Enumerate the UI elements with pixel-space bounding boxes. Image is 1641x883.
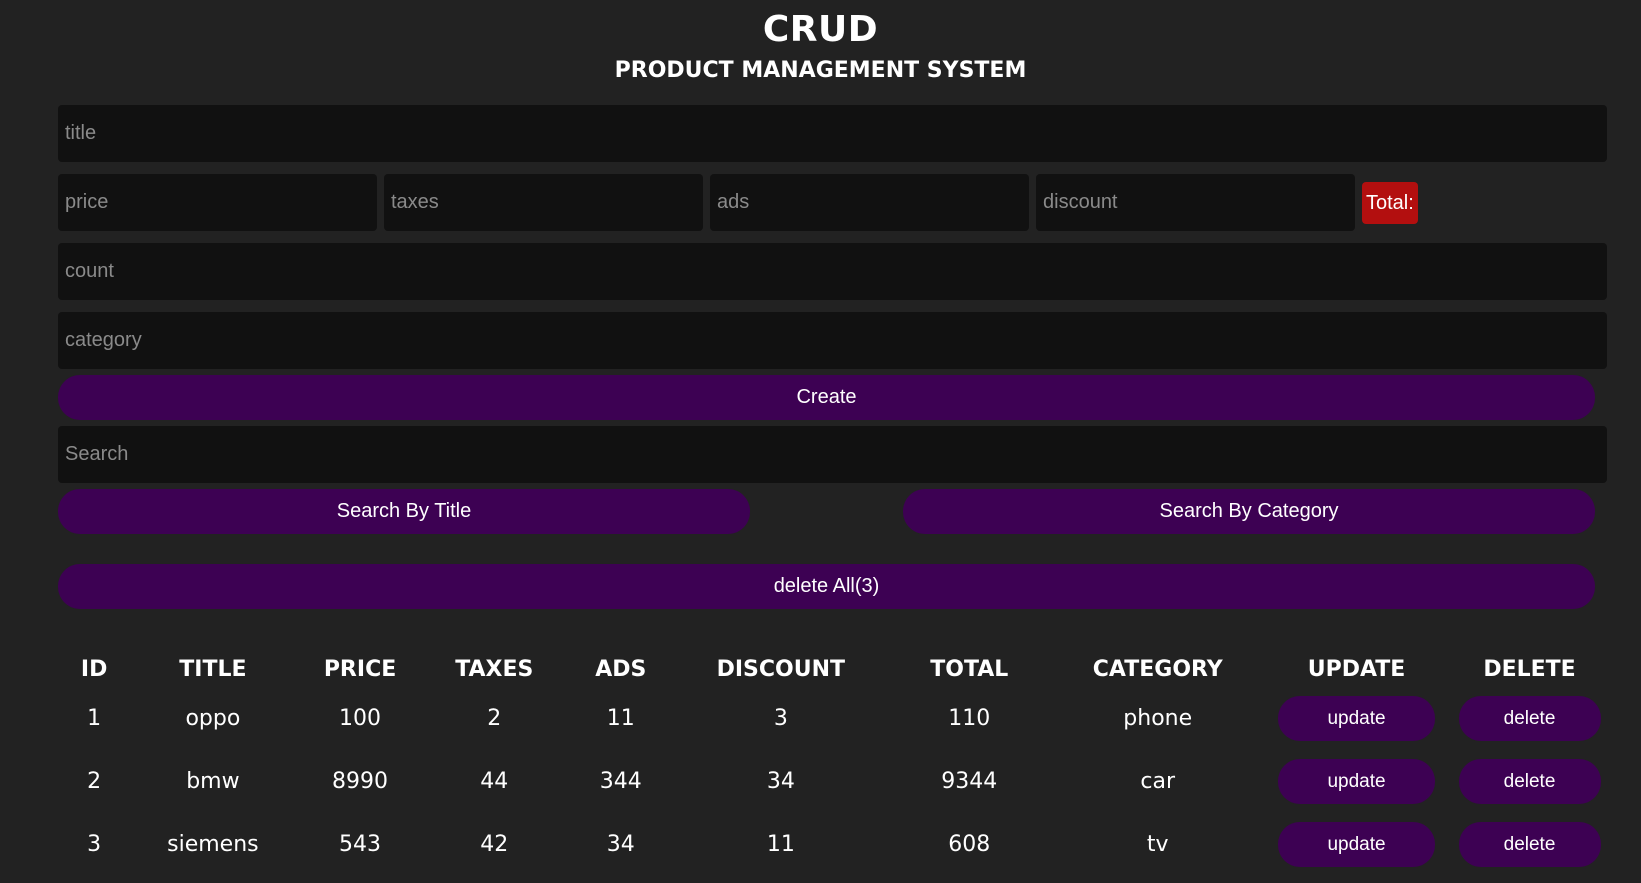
search-by-title-button[interactable]: Search By Title bbox=[58, 489, 750, 534]
count-input[interactable] bbox=[58, 243, 1607, 300]
price-input[interactable] bbox=[58, 174, 377, 231]
cell-update: update bbox=[1261, 813, 1452, 876]
cell-price: 8990 bbox=[332, 769, 389, 794]
cell-discount: 11 bbox=[766, 832, 795, 857]
cell-update: update bbox=[1261, 687, 1452, 750]
search-by-category-button[interactable]: Search By Category bbox=[903, 489, 1595, 534]
cell-id: 3 bbox=[87, 832, 102, 857]
table-row: 3 siemens 543 42 34 11 608 tv update del… bbox=[58, 813, 1607, 876]
cell-discount: 34 bbox=[766, 769, 795, 794]
cell-category: phone bbox=[1123, 706, 1193, 731]
update-button[interactable]: update bbox=[1278, 696, 1436, 741]
header-id: ID bbox=[80, 656, 108, 682]
cell-taxes: 44 bbox=[480, 769, 509, 794]
header-category: CATEGORY bbox=[1092, 656, 1223, 682]
delete-button[interactable]: delete bbox=[1458, 822, 1601, 867]
cell-ads: 11 bbox=[606, 706, 635, 731]
header-delete: DELETE bbox=[1483, 656, 1576, 682]
ads-input[interactable] bbox=[710, 174, 1029, 231]
price-row: Total: bbox=[58, 174, 1583, 231]
cell-delete: delete bbox=[1452, 813, 1607, 876]
cell-id: 1 bbox=[87, 706, 102, 731]
cell-category: tv bbox=[1146, 832, 1169, 857]
cell-discount: 3 bbox=[773, 706, 788, 731]
cell-ads: 344 bbox=[599, 769, 642, 794]
header-title: TITLE bbox=[179, 656, 247, 682]
header-taxes: TAXES bbox=[455, 656, 534, 682]
cell-delete: delete bbox=[1452, 687, 1607, 750]
table-header-row: ID TITLE PRICE TAXES ADS DISCOUNT TOTAL … bbox=[58, 651, 1607, 687]
cell-price: 543 bbox=[339, 832, 382, 857]
delete-button[interactable]: delete bbox=[1458, 759, 1601, 804]
discount-input[interactable] bbox=[1036, 174, 1355, 231]
cell-title: bmw bbox=[186, 769, 240, 794]
cell-taxes: 42 bbox=[480, 832, 509, 857]
cell-title: siemens bbox=[167, 832, 259, 857]
cell-total: 110 bbox=[948, 706, 991, 731]
cell-update: update bbox=[1261, 750, 1452, 813]
delete-button[interactable]: delete bbox=[1458, 696, 1601, 741]
total-badge: Total: bbox=[1362, 181, 1418, 224]
table-row: 2 bmw 8990 44 344 34 9344 car update del… bbox=[58, 750, 1607, 813]
delete-all-button[interactable]: delete All(3) bbox=[58, 564, 1595, 609]
header-price: PRICE bbox=[323, 656, 397, 682]
header-discount: DISCOUNT bbox=[716, 656, 846, 682]
cell-id: 2 bbox=[87, 769, 102, 794]
cell-delete: delete bbox=[1452, 750, 1607, 813]
cell-price: 100 bbox=[339, 706, 382, 731]
header-update: UPDATE bbox=[1307, 656, 1406, 682]
cell-total: 9344 bbox=[941, 769, 998, 794]
table-row: 1 oppo 100 2 11 3 110 phone update delet… bbox=[58, 687, 1607, 750]
search-buttons: Search By Title Search By Category bbox=[58, 489, 1595, 534]
crud-app: CRUD PRODUCT MANAGEMENT SYSTEM Total: Cr… bbox=[0, 0, 1641, 883]
header-total: TOTAL bbox=[930, 656, 1009, 682]
products-table: ID TITLE PRICE TAXES ADS DISCOUNT TOTAL … bbox=[58, 651, 1607, 876]
cell-total: 608 bbox=[948, 832, 991, 857]
cell-ads: 34 bbox=[606, 832, 635, 857]
update-button[interactable]: update bbox=[1278, 759, 1436, 804]
search-input[interactable] bbox=[58, 426, 1607, 483]
cell-taxes: 2 bbox=[487, 706, 502, 731]
taxes-input[interactable] bbox=[384, 174, 703, 231]
header-ads: ADS bbox=[595, 656, 647, 682]
app-title: CRUD bbox=[762, 9, 879, 50]
create-button[interactable]: Create bbox=[58, 375, 1595, 420]
cell-category: car bbox=[1140, 769, 1176, 794]
app-subtitle: PRODUCT MANAGEMENT SYSTEM bbox=[614, 58, 1027, 83]
category-input[interactable] bbox=[58, 312, 1607, 369]
title-input[interactable] bbox=[58, 105, 1607, 162]
cell-title: oppo bbox=[185, 706, 241, 731]
header: CRUD PRODUCT MANAGEMENT SYSTEM bbox=[58, 0, 1583, 86]
update-button[interactable]: update bbox=[1278, 822, 1436, 867]
